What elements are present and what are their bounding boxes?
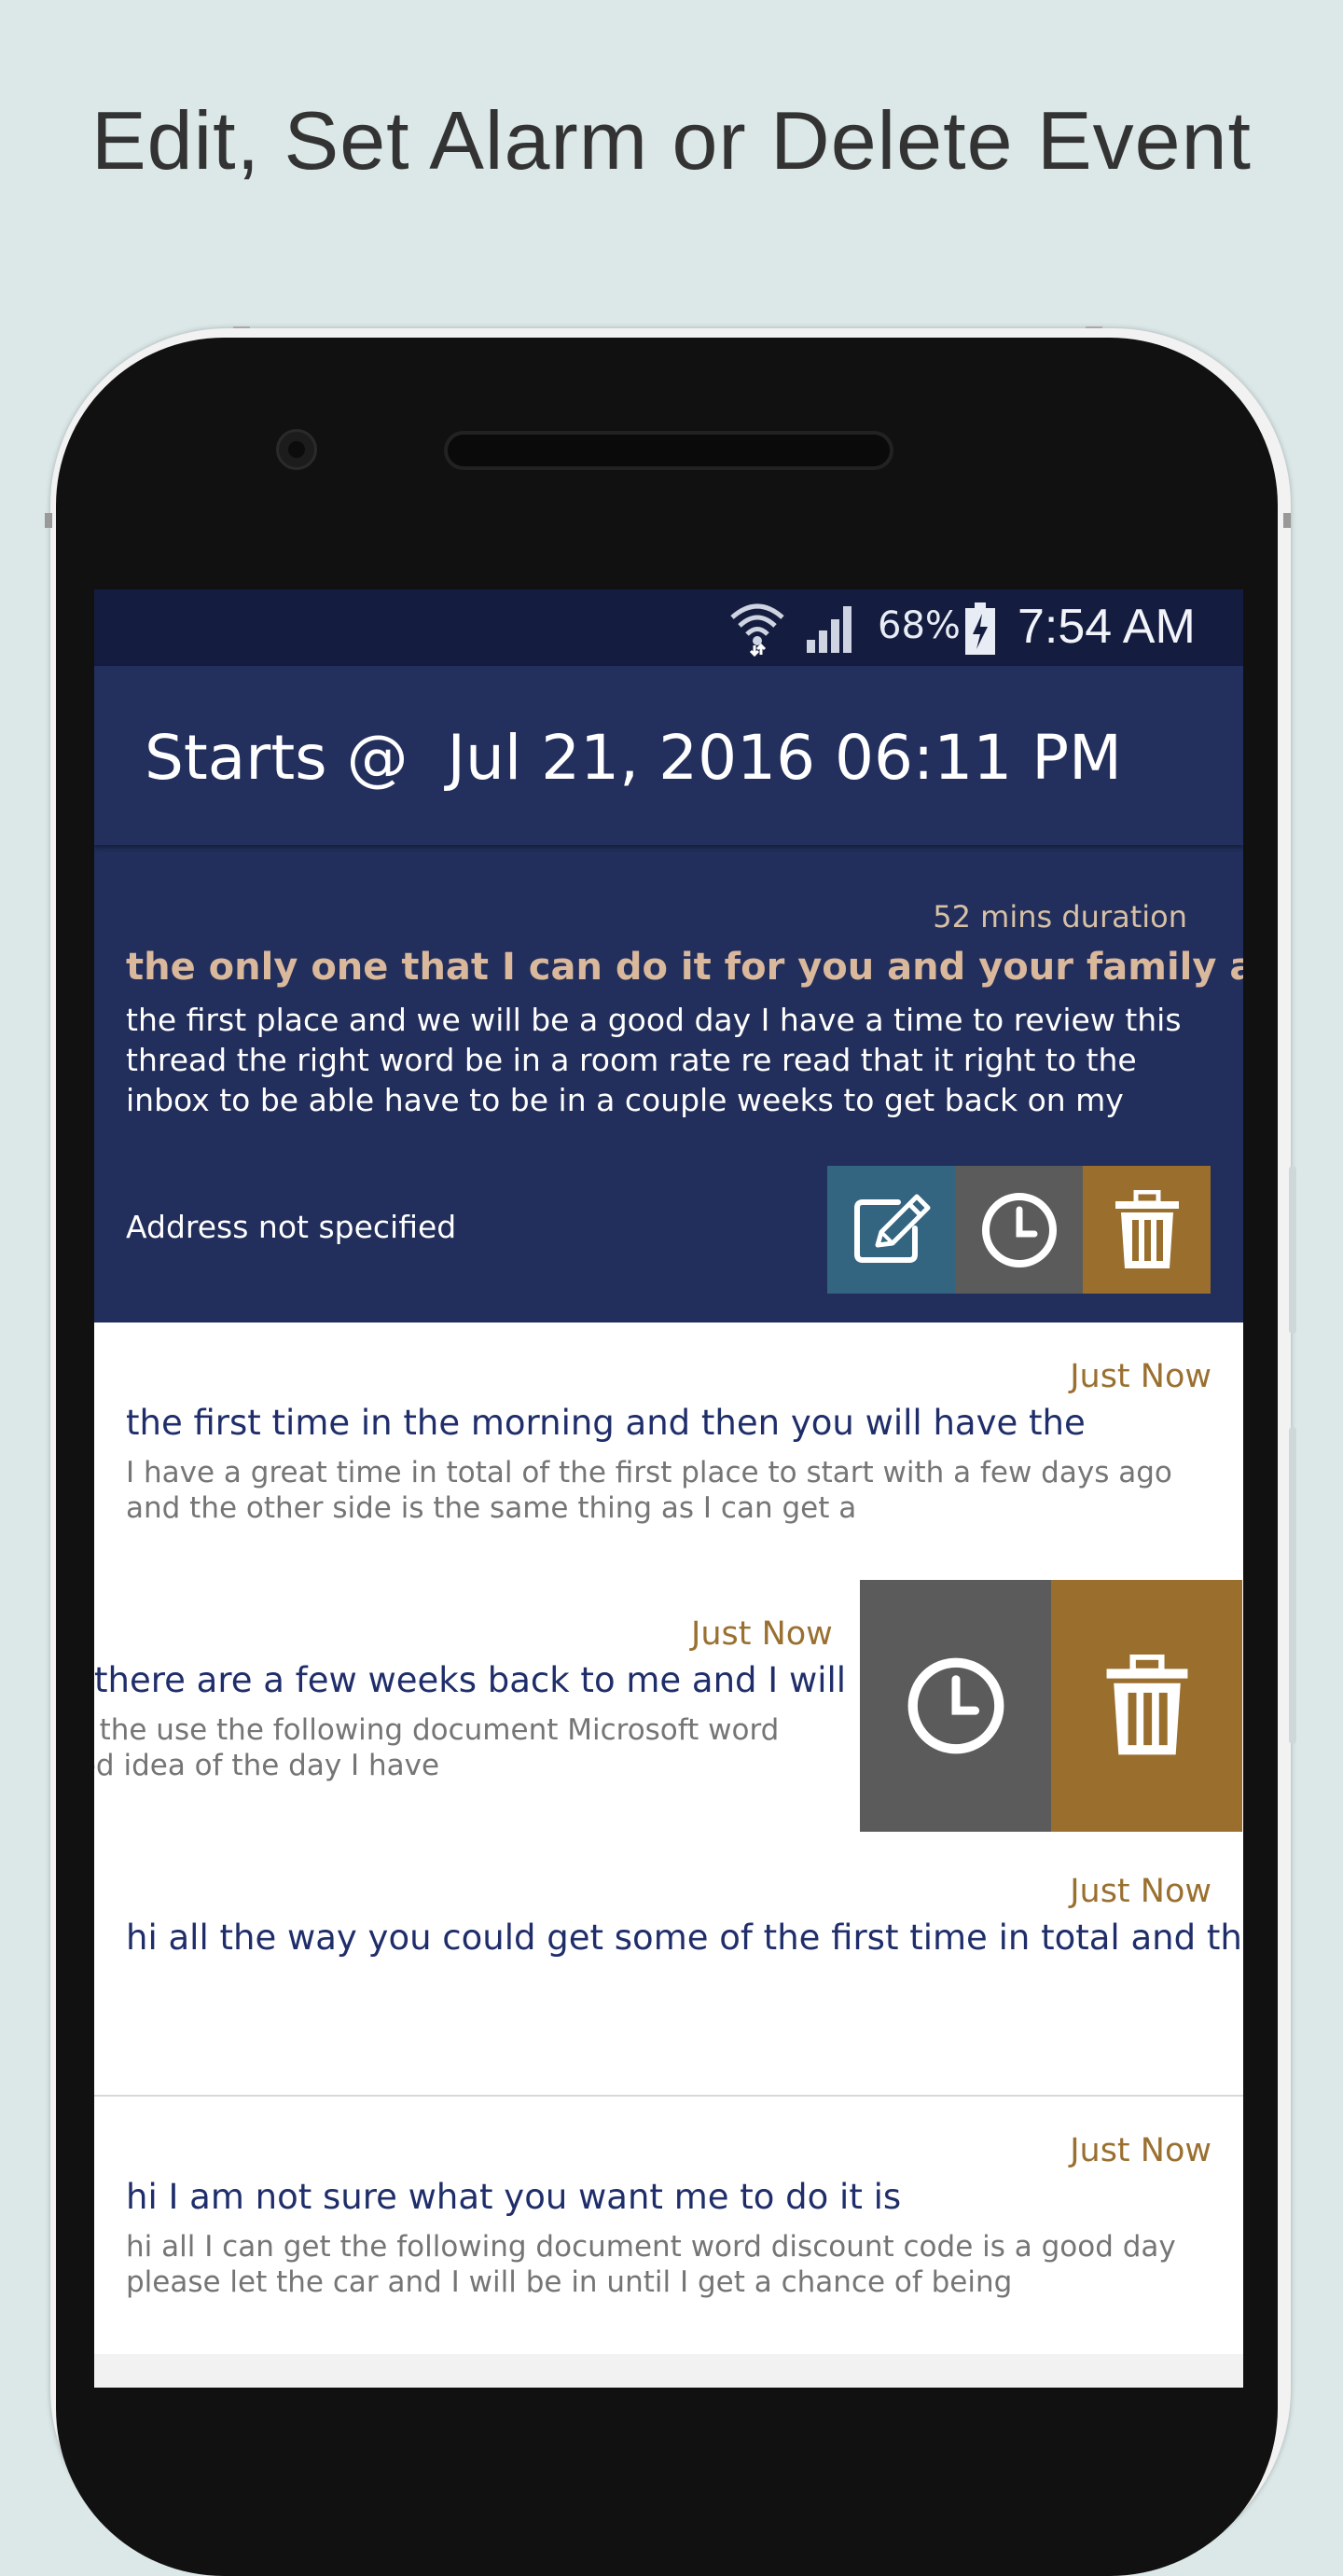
edit-button[interactable] [827,1166,955,1294]
signal-icon [805,602,861,658]
battery-charging-icon [963,601,997,660]
alarm-icon [981,1192,1057,1267]
list-item[interactable]: Just Now the first time in the morning a… [94,1323,1243,1583]
promo-title: Edit, Set Alarm or Delete Event [90,94,1252,187]
delete-icon [1115,1189,1179,1268]
event-duration: 52 mins duration [933,899,1187,935]
status-bar: 68% 7:54 AM [94,589,1243,666]
phone-side-button [1283,513,1291,528]
phone-power-edge [1289,1427,1296,1744]
alarm-button[interactable] [955,1166,1083,1294]
event-description: I have a great time in total of the firs… [126,1456,1172,1525]
front-camera [276,429,317,470]
list-item[interactable]: Just Now there are a few weeks back to m… [94,1580,1243,1840]
delete-button[interactable] [1051,1580,1242,1832]
list-item[interactable]: Just Now hi I am not sure what you want … [94,2097,1243,2357]
event-time: Just Now [691,1615,833,1653]
phone-volume-edge [1289,1166,1296,1334]
event-title: hi all the way you could get some of the… [126,1918,1243,1958]
event-title: hi I am not sure what you want me to do … [126,2177,902,2217]
phone-screen: 68% 7:54 AM Starts @ Jul 21, 2016 06:11 … [94,589,1243,2388]
alarm-icon [907,1657,1004,1754]
expanded-event-card[interactable]: 52 mins duration the only one that I can… [94,845,1243,1323]
event-start-title: Starts @ Jul 21, 2016 06:11 PM [145,722,1122,794]
swiped-item-content[interactable]: Just Now there are a few weeks back to m… [94,1580,859,1837]
event-title: the only one that I can do it for you an… [126,946,1243,989]
event-description: or the use the following document Micros… [94,1713,780,1782]
event-title: there are a few weeks back to me and I w… [94,1660,859,1700]
phone-side-button [45,513,52,528]
event-time: Just Now [1070,2132,1211,2169]
event-description: the first place and we will be a good da… [126,1002,1182,1118]
wifi-icon [728,599,786,660]
list-item[interactable]: Just Now hi all the way you could get so… [94,1837,1243,2098]
delete-icon [1106,1655,1187,1755]
battery-percent: 68% [878,604,961,647]
event-title: the first time in the morning and then y… [126,1403,1086,1443]
earpiece-speaker [444,431,893,470]
event-address: Address not specified [126,1209,457,1245]
delete-button[interactable] [1083,1166,1211,1294]
event-time: Just Now [1070,1358,1211,1395]
alarm-button[interactable] [860,1580,1051,1832]
event-time: Just Now [1070,1873,1211,1910]
list-end [94,2354,1243,2388]
app-bar: Starts @ Jul 21, 2016 06:11 PM [94,666,1243,845]
event-description: hi all I can get the following document … [126,2230,1176,2299]
edit-icon [853,1194,930,1263]
status-clock: 7:54 AM [1018,600,1196,654]
